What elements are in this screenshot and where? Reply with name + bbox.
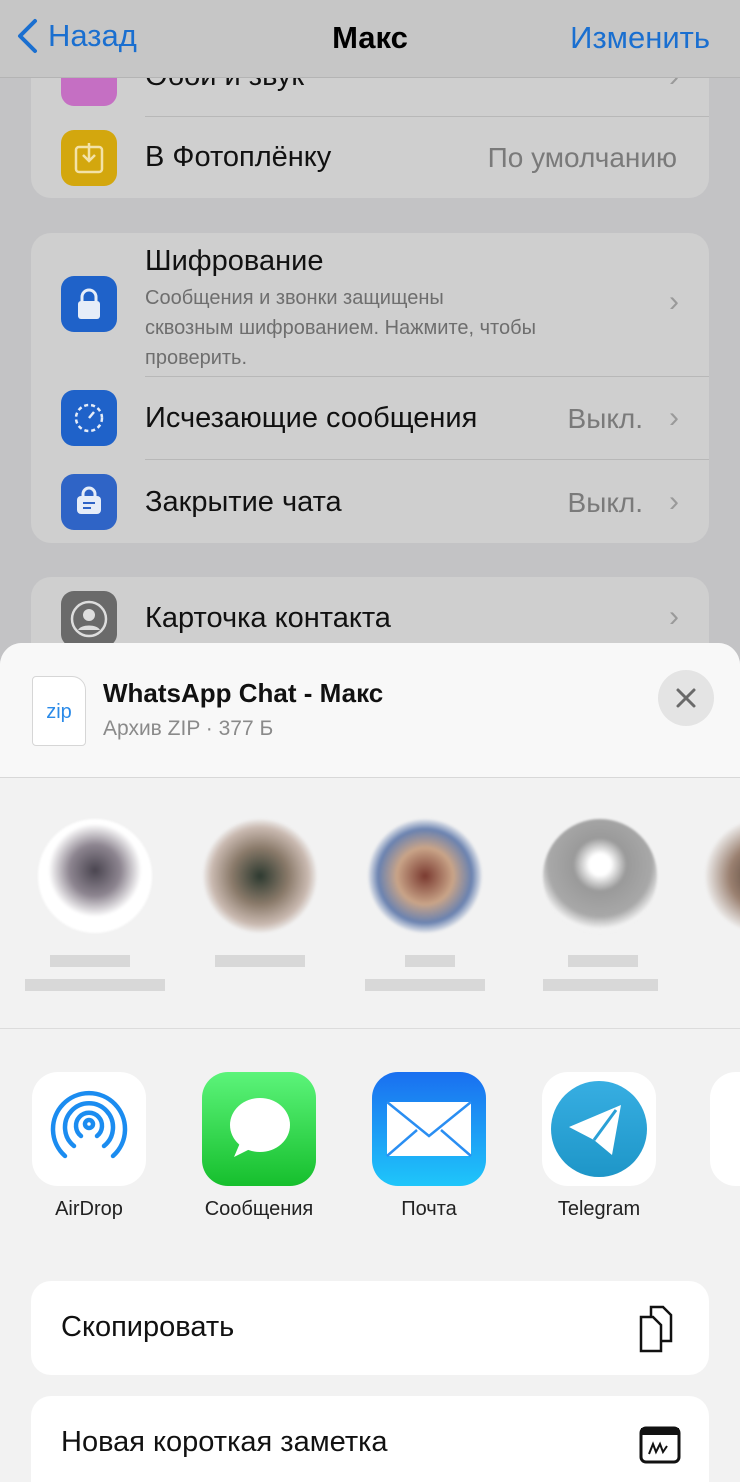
- chevron-right-icon: ›: [669, 401, 679, 434]
- copy-icon: [637, 1303, 681, 1360]
- chevron-right-icon: ›: [669, 285, 679, 318]
- share-app-airdrop[interactable]: AirDrop: [4, 1072, 174, 1221]
- zip-file-icon: zip: [32, 676, 86, 746]
- app-icon: [710, 1072, 740, 1186]
- edit-button[interactable]: Изменить: [570, 20, 710, 56]
- mail-icon: [372, 1072, 486, 1186]
- file-meta: Архив ZIP · 377 Б: [103, 717, 274, 740]
- person-icon: [61, 591, 117, 647]
- encryption-description: Сообщения и звонки защищены сквозным шифр…: [145, 287, 536, 369]
- telegram-icon: [542, 1072, 656, 1186]
- close-icon: [676, 688, 696, 708]
- quick-note-icon: [639, 1426, 681, 1469]
- quick-note-action[interactable]: Новая короткая заметка: [31, 1396, 709, 1482]
- share-header: zip WhatsApp Chat - Макс Архив ZIP · 377…: [0, 643, 740, 778]
- share-sheet: zip WhatsApp Chat - Макс Архив ZIP · 377…: [0, 643, 740, 1482]
- share-app-messages[interactable]: Сообщения: [174, 1072, 344, 1221]
- airdrop-icon: [32, 1072, 146, 1186]
- encryption-row[interactable]: Шифрование Сообщения и звонки защищены ск…: [31, 233, 709, 376]
- contact-suggestions: [0, 779, 740, 1029]
- share-app-telegram[interactable]: Telegram: [514, 1072, 684, 1221]
- share-app-mail[interactable]: Почта: [344, 1072, 514, 1221]
- navigation-bar: Назад Макс Изменить: [0, 0, 740, 78]
- download-icon: [61, 130, 117, 186]
- chat-lock-row[interactable]: Закрытие чата Выкл. ›: [31, 460, 709, 543]
- disappearing-messages-row[interactable]: Исчезающие сообщения Выкл. ›: [31, 377, 709, 459]
- copy-action[interactable]: Скопировать: [31, 1281, 709, 1375]
- chat-lock-icon: [61, 474, 117, 530]
- timer-icon: [61, 390, 117, 446]
- share-app-partial[interactable]: [684, 1072, 740, 1186]
- chevron-right-icon: ›: [669, 600, 679, 633]
- settings-group-privacy: Шифрование Сообщения и звонки защищены ск…: [31, 233, 709, 543]
- chevron-right-icon: ›: [669, 485, 679, 518]
- close-button[interactable]: [658, 670, 714, 726]
- lock-icon: [61, 276, 117, 332]
- save-to-photos-row[interactable]: В Фотоплёнку По умолчанию: [31, 117, 709, 198]
- file-name: WhatsApp Chat - Макс: [103, 678, 384, 708]
- messages-icon: [202, 1072, 316, 1186]
